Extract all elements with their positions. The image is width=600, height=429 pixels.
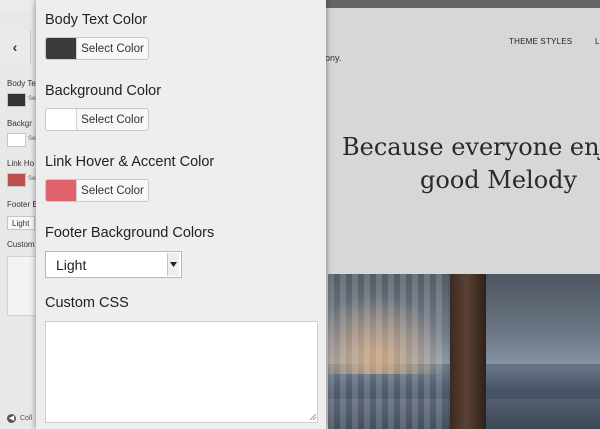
dropdown-arrow-icon xyxy=(167,253,179,276)
bg-label-custom: Custom xyxy=(7,240,35,249)
nav-link-next[interactable]: L xyxy=(595,37,599,46)
body-text-color-button[interactable]: Select Color xyxy=(45,37,149,60)
bg-swatch-link-hover[interactable] xyxy=(7,173,26,187)
footer-background-colors-label: Footer Background Colors xyxy=(45,225,215,241)
link-hover-accent-color-swatch xyxy=(46,180,77,201)
footer-background-select[interactable]: Light xyxy=(45,251,182,278)
collapse-arrow-icon: ◀ xyxy=(7,414,16,423)
bg-label-body-text: Body Te xyxy=(7,79,36,88)
select-color-label: Select Color xyxy=(81,113,144,126)
custom-css-textarea[interactable] xyxy=(45,321,318,423)
nav-link-theme-styles[interactable]: THEME STYLES xyxy=(509,37,572,46)
photo-wooden-post xyxy=(450,274,486,429)
theme-styles-panel: Body Text Color Select Color Background … xyxy=(36,0,326,429)
select-color-label: Select Color xyxy=(81,184,144,197)
background-color-label: Background Color xyxy=(45,83,162,99)
hero-heading-line-2: good Melody xyxy=(420,166,578,194)
select-color-label: Select Color xyxy=(81,42,144,55)
collapse-label: Coll xyxy=(20,415,33,422)
background-color-swatch xyxy=(46,109,77,130)
link-hover-accent-color-button[interactable]: Select Color xyxy=(45,179,149,202)
custom-css-label: Custom CSS xyxy=(45,295,129,311)
site-tagline: ony. xyxy=(325,53,342,63)
resize-grip-icon[interactable] xyxy=(309,413,317,421)
body-text-color-label: Body Text Color xyxy=(45,12,148,28)
bg-swatch-background[interactable] xyxy=(7,133,26,147)
background-color-button[interactable]: Select Color xyxy=(45,108,149,131)
bg-footer-select[interactable]: Light xyxy=(7,216,35,230)
back-chevron-icon[interactable]: ‹ xyxy=(0,30,31,64)
hero-photo xyxy=(328,274,600,429)
bg-swatch-body-text[interactable] xyxy=(7,93,26,107)
bg-label-link-hover: Link Ho xyxy=(7,159,35,168)
link-hover-accent-color-label: Link Hover & Accent Color xyxy=(45,154,215,170)
bg-label-background: Backgr xyxy=(7,119,32,128)
collapse-button[interactable]: ◀ Coll xyxy=(0,408,40,429)
bg-custom-css-box[interactable] xyxy=(7,256,39,316)
bg-label-footer: Footer B xyxy=(7,200,38,209)
hero-heading-line-1: Because everyone enjo xyxy=(342,133,600,161)
body-text-color-swatch xyxy=(46,38,77,59)
photo-curtain xyxy=(328,274,448,429)
footer-background-select-value: Light xyxy=(56,256,87,273)
